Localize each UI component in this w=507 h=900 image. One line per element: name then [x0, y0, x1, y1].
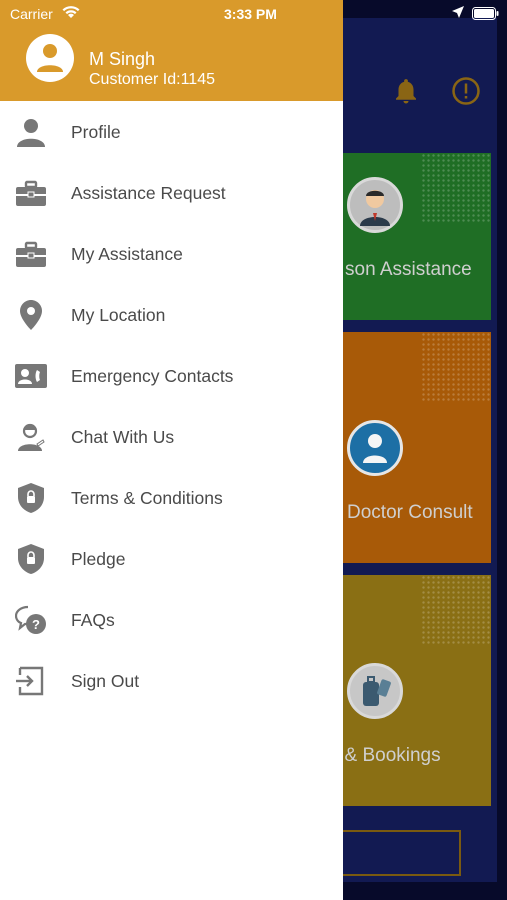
menu-item-label: My Assistance — [71, 244, 183, 264]
carrier-label: Carrier — [10, 6, 53, 22]
menu-item-label: Emergency Contacts — [71, 366, 234, 386]
user-name: M Singh — [89, 49, 156, 69]
svg-text:?: ? — [32, 617, 40, 632]
tile-travel-bookings[interactable]: l & Bookings — [343, 575, 491, 806]
tile-pattern — [421, 153, 491, 223]
chat-question-icon: ? — [15, 604, 47, 636]
location-arrow-icon — [452, 6, 464, 18]
briefcase-icon — [15, 238, 47, 270]
tile-in-person-assistance[interactable]: son Assistance — [343, 153, 491, 320]
battery-icon — [472, 7, 499, 20]
menu-item-label: Sign Out — [71, 671, 140, 691]
menu-item-label: Chat With Us — [71, 427, 175, 447]
menu-item-label: FAQs — [71, 610, 115, 630]
menu-item-chat-with-us[interactable]: Chat With Us — [0, 406, 343, 467]
menu-item-pledge[interactable]: Pledge — [0, 528, 343, 589]
menu-item-label: Assistance Request — [71, 183, 226, 203]
customer-id: Customer Id:1145 — [89, 71, 215, 88]
shield-lock-icon — [15, 482, 47, 514]
shield-lock-icon — [15, 543, 47, 575]
navigation-drawer: M Singh Customer Id:1145 Profile Assista… — [0, 0, 343, 900]
menu-item-assistance-request[interactable]: Assistance Request — [0, 162, 343, 223]
menu-item-profile[interactable]: Profile — [0, 101, 343, 162]
background-app: son Assistance Doctor Consult l & Bookin… — [337, 0, 507, 900]
background-frame: son Assistance Doctor Consult l & Bookin… — [337, 18, 497, 882]
tile-pattern — [421, 332, 491, 402]
sign-out-icon — [15, 665, 47, 697]
clock: 3:33 PM — [224, 6, 277, 22]
menu-item-label: Profile — [71, 122, 121, 142]
luggage-icon — [347, 663, 403, 719]
menu-item-my-location[interactable]: My Location — [0, 284, 343, 345]
menu-item-terms-conditions[interactable]: Terms & Conditions — [0, 467, 343, 528]
tile-doctor-consult[interactable]: Doctor Consult — [343, 332, 491, 563]
menu-item-my-assistance[interactable]: My Assistance — [0, 223, 343, 284]
bell-icon[interactable] — [391, 76, 421, 106]
menu-item-faqs[interactable]: ? FAQs — [0, 589, 343, 650]
background-button[interactable] — [337, 830, 461, 876]
alert-circle-icon[interactable] — [451, 76, 481, 106]
tile-pattern — [421, 575, 491, 645]
contact-card-icon — [15, 360, 47, 392]
location-pin-icon — [15, 299, 47, 331]
person-icon — [15, 116, 47, 148]
menu-item-label: Pledge — [71, 549, 126, 569]
menu-item-label: Terms & Conditions — [71, 488, 223, 508]
user-avatar[interactable] — [26, 34, 74, 82]
tile-label: son Assistance — [345, 259, 472, 280]
menu-item-emergency-contacts[interactable]: Emergency Contacts — [0, 345, 343, 406]
person-avatar-icon — [347, 177, 403, 233]
doctor-icon — [347, 420, 403, 476]
tile-label: l & Bookings — [343, 745, 441, 766]
tile-label: Doctor Consult — [347, 502, 473, 523]
support-agent-icon — [15, 421, 47, 453]
person-icon — [37, 44, 63, 72]
status-bar: Carrier 3:33 PM — [0, 0, 507, 28]
menu-item-label: My Location — [71, 305, 166, 325]
briefcase-icon — [15, 177, 47, 209]
menu-item-sign-out[interactable]: Sign Out — [0, 650, 343, 711]
wifi-icon — [62, 6, 80, 18]
